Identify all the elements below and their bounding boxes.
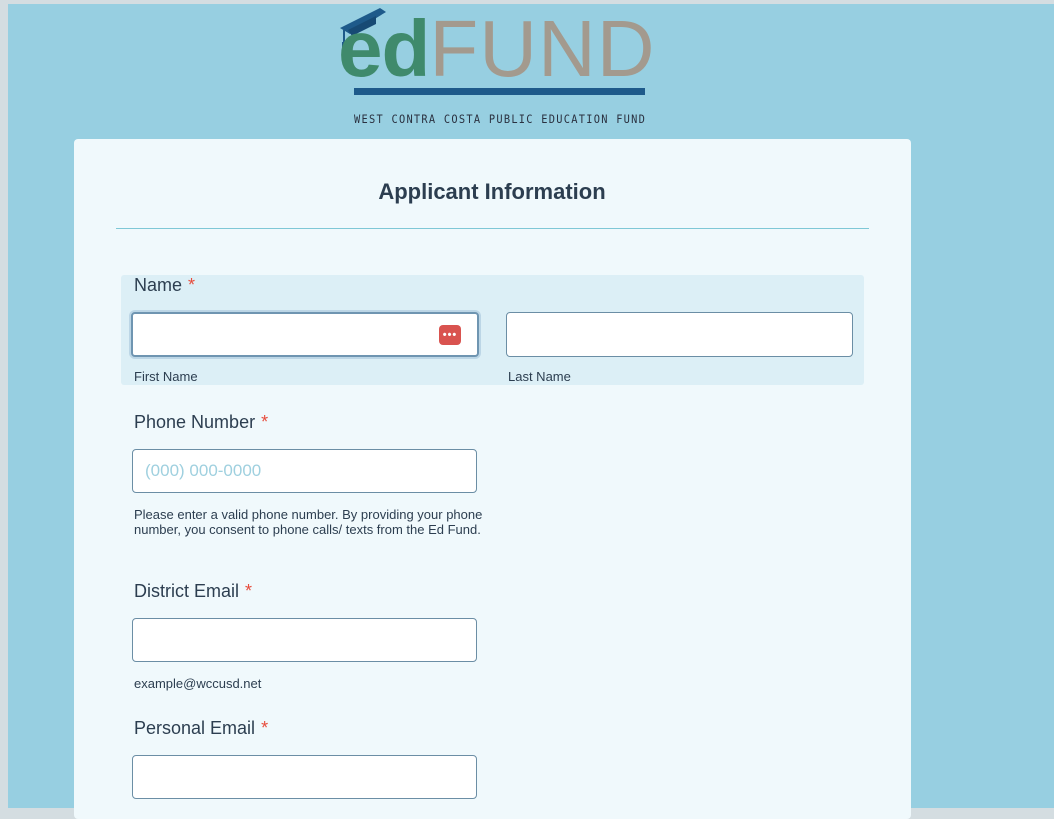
- edfund-logo: edFUND WEST CONTRA COSTA PUBLIC EDUCATIO…: [334, 6, 655, 132]
- name-label-text: Name: [134, 275, 183, 295]
- logo-underline: [354, 88, 645, 95]
- form-title: Applicant Information: [378, 179, 606, 204]
- title-divider: [116, 228, 869, 229]
- logo-fund-text: FUND: [429, 4, 656, 93]
- logo-tagline: WEST CONTRA COSTA PUBLIC EDUCATION FUND: [354, 112, 647, 126]
- personal-email-label-text: Personal Email: [134, 718, 256, 738]
- required-asterisk: *: [245, 581, 253, 601]
- personal-email-input[interactable]: [132, 755, 477, 799]
- first-name-sublabel: First Name: [134, 369, 198, 384]
- required-asterisk: *: [261, 718, 269, 738]
- last-name-input[interactable]: [506, 312, 853, 357]
- last-name-sublabel: Last Name: [508, 369, 571, 384]
- district-email-label: District Email *: [134, 581, 252, 602]
- password-manager-icon[interactable]: •••: [439, 325, 461, 345]
- first-name-input[interactable]: [131, 312, 479, 357]
- personal-email-label: Personal Email *: [134, 718, 268, 739]
- phone-input[interactable]: [132, 449, 477, 493]
- form-card: Applicant Information Name * ••• First Na…: [74, 139, 911, 819]
- name-label: Name *: [134, 275, 195, 296]
- district-email-help-text: example@wccusd.net: [134, 676, 262, 691]
- logo-ed-text: ed: [338, 4, 430, 93]
- phone-help-text: Please enter a valid phone number. By pr…: [134, 507, 483, 537]
- district-email-label-text: District Email: [134, 581, 240, 601]
- district-email-input[interactable]: [132, 618, 477, 662]
- required-asterisk: *: [188, 275, 196, 295]
- required-asterisk: *: [261, 412, 269, 432]
- phone-label-text: Phone Number: [134, 412, 256, 432]
- phone-label: Phone Number *: [134, 412, 268, 433]
- logo-wordmark: edFUND: [338, 6, 656, 92]
